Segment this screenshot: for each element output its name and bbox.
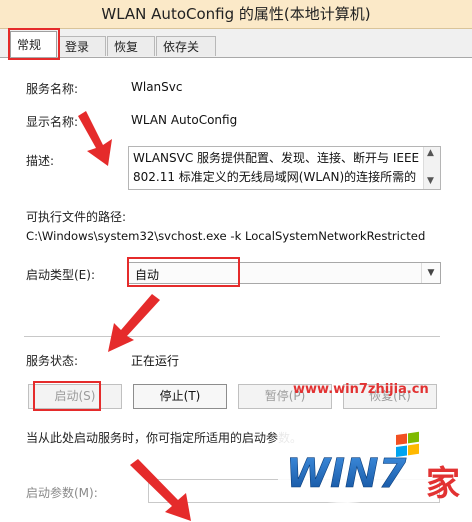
tab-general[interactable]: 常规 — [10, 31, 57, 58]
startup-type-value: 自动 — [135, 268, 160, 282]
chevron-down-icon[interactable]: ▼ — [421, 263, 440, 283]
service-status-label: 服务状态: — [26, 354, 79, 368]
window-title: WLAN AutoConfig 的属性(本地计算机) — [101, 5, 371, 23]
scroll-up-icon[interactable]: ▲ — [427, 148, 434, 158]
startup-type-label: 启动类型(E): — [26, 268, 95, 282]
start-params-hint: 当从此处启动服务时，你可指定所适用的启动参数。 — [26, 431, 303, 445]
display-name-value: WLAN AutoConfig — [131, 113, 238, 127]
watermark-brand: WIN7 — [286, 451, 406, 497]
description-label: 描述: — [26, 154, 55, 168]
tab-strip: 常规 登录 恢复 依存关系 — [0, 28, 472, 74]
start-params-label: 启动参数(M): — [26, 486, 98, 500]
stop-button[interactable]: 停止(T) — [133, 384, 227, 409]
description-text: WLANSVC 服务提供配置、发现、连接、断开与 IEEE 802.11 标准定… — [133, 151, 420, 184]
watermark-logo: WIN7 家 — [278, 410, 472, 504]
tab-recovery[interactable]: 恢复 — [107, 36, 155, 56]
title-bar[interactable]: WLAN AutoConfig 的属性(本地计算机) — [0, 0, 472, 29]
service-name-label: 服务名称: — [26, 82, 79, 96]
service-name-value: WlanSvc — [131, 80, 183, 94]
tab-logon[interactable]: 登录 — [58, 36, 106, 56]
start-button[interactable]: 启动(S) — [28, 384, 122, 409]
description-box[interactable]: WLANSVC 服务提供配置、发现、连接、断开与 IEEE 802.11 标准定… — [128, 146, 441, 190]
startup-type-select[interactable]: 自动 ▼ — [128, 262, 441, 284]
exe-path-label: 可执行文件的路径: — [26, 210, 127, 224]
watermark-brand-suffix: 家 — [426, 464, 460, 504]
exe-path-value: C:\Windows\system32\svchost.exe -k Local… — [26, 229, 426, 243]
scroll-down-icon[interactable]: ▼ — [427, 176, 434, 186]
divider — [24, 336, 440, 337]
tab-dependencies[interactable]: 依存关系 — [156, 36, 216, 74]
display-name-label: 显示名称: — [26, 115, 79, 129]
service-status-value: 正在运行 — [131, 354, 180, 368]
watermark-site: www.win7zhijia.cn — [293, 382, 429, 397]
description-scrollbar[interactable]: ▲ ▼ — [423, 147, 440, 189]
